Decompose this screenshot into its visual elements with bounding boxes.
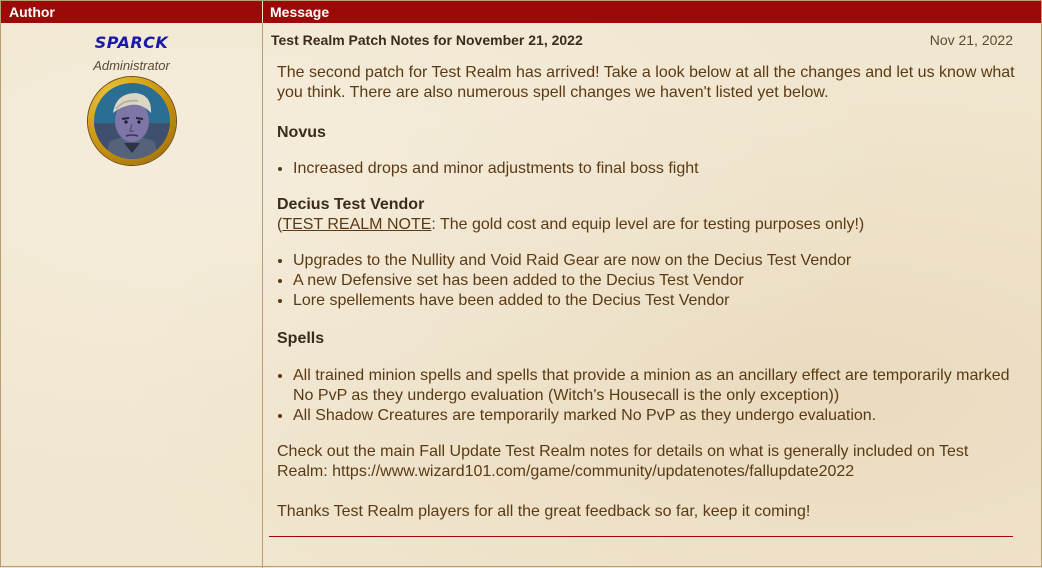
avatar[interactable] (88, 77, 176, 165)
spells-list: All trained minion spells and spells tha… (277, 366, 1017, 426)
post-divider (269, 536, 1013, 537)
thanks-paragraph: Thanks Test Realm players for all the gr… (277, 503, 811, 520)
list-item: Upgrades to the Nullity and Void Raid Ge… (293, 251, 1017, 271)
post-date: Nov 21, 2022 (929, 32, 1013, 48)
wizard-portrait-icon (94, 83, 170, 159)
list-item: Lore spellements have been added to the … (293, 291, 1017, 311)
table-header: Author Message (1, 1, 1041, 23)
header-message: Message (270, 4, 330, 20)
list-item: All trained minion spells and spells tha… (293, 366, 1017, 406)
author-name[interactable]: SPARCK (1, 33, 262, 52)
post-body: The second patch for Test Realm has arri… (277, 63, 1017, 522)
header-author: Author (9, 4, 55, 20)
check-out-paragraph: Check out the main Fall Update Test Real… (277, 443, 969, 480)
test-realm-note-link[interactable]: TEST REALM NOTE (282, 216, 431, 233)
section-heading-novus: Novus (277, 124, 326, 141)
forum-post-table: Author Message SPARCK Administrator Test… (0, 0, 1042, 568)
list-item: A new Defensive set has been added to th… (293, 271, 1017, 291)
author-role: Administrator (93, 58, 170, 73)
post-intro: The second patch for Test Realm has arri… (277, 64, 1015, 101)
header-divider (262, 1, 263, 23)
note-text: : The gold cost and equip level are for … (431, 216, 865, 233)
list-item: All Shadow Creatures are temporarily mar… (293, 406, 1017, 426)
decius-list: Upgrades to the Nullity and Void Raid Ge… (277, 251, 1017, 311)
section-heading-spells: Spells (277, 330, 325, 347)
post-title: Test Realm Patch Notes for November 21, … (271, 32, 583, 48)
novus-list: Increased drops and minor adjustments to… (277, 159, 1017, 179)
test-realm-note: (TEST REALM NOTE: The gold cost and equi… (277, 215, 1017, 235)
section-heading-decius: Decius Test Vendor (277, 196, 425, 213)
column-divider (262, 23, 263, 568)
list-item: Increased drops and minor adjustments to… (293, 159, 1017, 179)
